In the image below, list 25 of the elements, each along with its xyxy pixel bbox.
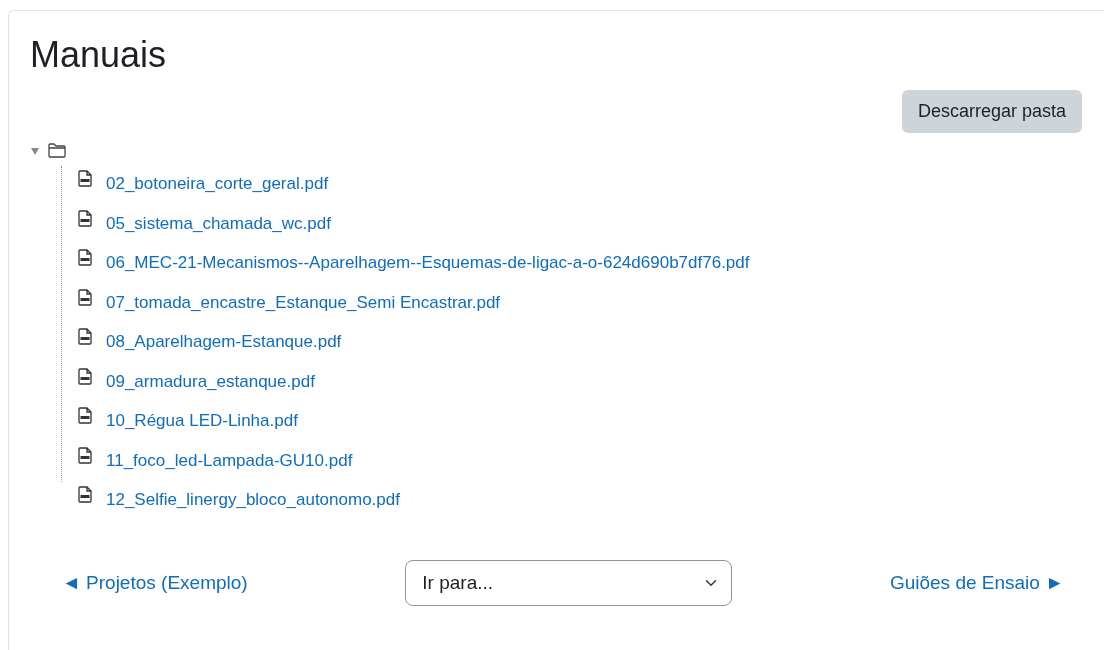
pdf-file-icon — [78, 328, 92, 346]
pdf-file-icon — [78, 407, 92, 425]
file-link[interactable]: 06_MEC-21-Mecanismos--Aparelhagem--Esquemas-de-ligac-a-o-624d690b7df76.pdf — [106, 250, 750, 276]
pdf-file-icon — [78, 209, 92, 227]
file-link[interactable]: 02_botoneira_corte_geral.pdf — [106, 171, 329, 197]
expand-toggle-icon[interactable] — [30, 145, 40, 156]
file-link[interactable]: 05_sistema_chamada_wc.pdf — [106, 210, 331, 237]
file-link[interactable]: 10_Régua LED-Linha.pdf — [106, 408, 298, 434]
file-link[interactable]: 08_Aparelhagem-Estanque.pdf — [106, 329, 342, 355]
file-link[interactable]: 11_foco_led-Lampada-GU10.pdf — [106, 447, 353, 474]
pdf-file-icon — [78, 288, 92, 306]
pdf-file-icon — [78, 170, 92, 188]
download-folder-button[interactable]: Descarregar pasta — [901, 90, 1082, 134]
next-link[interactable]: Guiões de Ensaio ► — [889, 568, 1064, 598]
file-link[interactable]: 09_armadura_estanque.pdf — [106, 368, 315, 395]
page-title: Manuais — [30, 33, 168, 77]
pdf-file-icon — [78, 249, 92, 267]
file-link[interactable]: 12_Selfie_linergy_bloco_autonomo.pdf — [106, 487, 400, 513]
pdf-file-icon — [78, 367, 92, 385]
folder-icon — [48, 143, 66, 159]
jump-to-select[interactable]: Ir para... — [405, 559, 733, 607]
pdf-file-icon — [78, 446, 92, 464]
file-link[interactable]: 07_tomada_encastre_Estanque_Semi Encastrar.pdf — [106, 289, 501, 316]
pdf-file-icon — [78, 486, 92, 504]
previous-link[interactable]: ◄ Projetos (Exemplo) — [62, 568, 248, 598]
